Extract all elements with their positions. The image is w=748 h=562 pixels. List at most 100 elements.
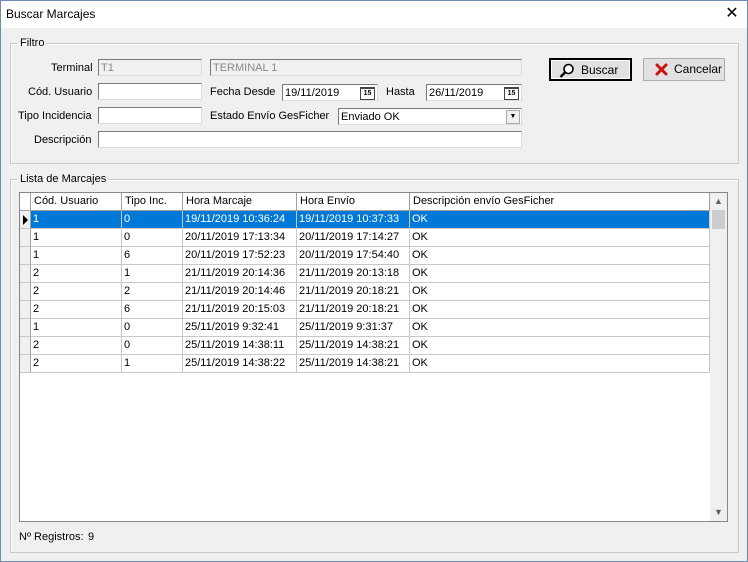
tipo-incidencia-input[interactable] bbox=[98, 107, 202, 124]
cell-cod-usuario[interactable]: 1 bbox=[31, 229, 122, 247]
cell-hora-envio[interactable]: 25/11/2019 14:38:21 bbox=[297, 337, 410, 355]
cancelar-label: Cancelar bbox=[674, 62, 723, 76]
cell-hora-envio[interactable]: 21/11/2019 20:13:18 bbox=[297, 265, 410, 283]
cell-hora-marcaje[interactable]: 25/11/2019 9:32:41 bbox=[183, 319, 297, 337]
table-row[interactable]: 2 1 25/11/2019 14:38:22 25/11/2019 14:38:21… bbox=[20, 355, 710, 373]
cell-descripcion-envio[interactable]: OK bbox=[410, 247, 710, 265]
hasta-label: Hasta bbox=[386, 86, 415, 98]
cod-usuario-input[interactable] bbox=[98, 83, 202, 100]
descripcion-label: Descripción bbox=[34, 134, 92, 146]
header-hora-envio[interactable]: Hora Envío bbox=[297, 193, 410, 210]
cell-tipo-inc[interactable]: 0 bbox=[122, 337, 183, 355]
cell-hora-marcaje[interactable]: 21/11/2019 20:14:46 bbox=[183, 283, 297, 301]
cell-hora-envio[interactable]: 25/11/2019 9:31:37 bbox=[297, 319, 410, 337]
buscar-button[interactable]: Buscar bbox=[549, 58, 632, 81]
cell-descripcion-envio[interactable]: OK bbox=[410, 265, 710, 283]
table-row[interactable]: 1 0 20/11/2019 17:13:34 20/11/2019 17:14:27… bbox=[20, 229, 710, 247]
cell-descripcion-envio[interactable]: OK bbox=[410, 283, 710, 301]
row-indicator[interactable] bbox=[20, 265, 31, 283]
cell-hora-marcaje[interactable]: 19/11/2019 10:36:24 bbox=[183, 211, 297, 229]
cell-hora-envio[interactable]: 25/11/2019 14:38:21 bbox=[297, 355, 410, 373]
cancel-icon bbox=[655, 63, 668, 79]
cell-cod-usuario[interactable]: 2 bbox=[31, 355, 122, 373]
cancelar-button[interactable]: Cancelar bbox=[643, 58, 725, 81]
filtro-legend: Filtro bbox=[20, 37, 45, 49]
row-indicator[interactable] bbox=[20, 247, 31, 265]
table-row[interactable]: 1 6 20/11/2019 17:52:23 20/11/2019 17:54:40… bbox=[20, 247, 710, 265]
cell-hora-envio[interactable]: 19/11/2019 10:37:33 bbox=[297, 211, 410, 229]
calendar-icon[interactable]: 15 bbox=[360, 87, 375, 100]
table-row[interactable]: 1 0 19/11/2019 10:36:24 19/11/2019 10:37:33… bbox=[20, 211, 710, 229]
close-icon[interactable]: ✕ bbox=[717, 1, 747, 28]
table-row[interactable]: 2 6 21/11/2019 20:15:03 21/11/2019 20:18:21… bbox=[20, 301, 710, 319]
cell-hora-envio[interactable]: 21/11/2019 20:18:21 bbox=[297, 283, 410, 301]
cod-usuario-label: Cód. Usuario bbox=[28, 86, 93, 98]
table-row[interactable]: 2 0 25/11/2019 14:38:11 25/11/2019 14:38:21… bbox=[20, 337, 710, 355]
row-indicator[interactable] bbox=[20, 301, 31, 319]
row-indicator[interactable] bbox=[20, 337, 31, 355]
calendar-icon[interactable]: 15 bbox=[504, 87, 519, 100]
header-hora-marcaje[interactable]: Hora Marcaje bbox=[183, 193, 297, 210]
cell-hora-envio[interactable]: 20/11/2019 17:54:40 bbox=[297, 247, 410, 265]
cell-hora-marcaje[interactable]: 25/11/2019 14:38:11 bbox=[183, 337, 297, 355]
hasta-value: 26/11/2019 bbox=[429, 87, 484, 99]
chevron-down-icon[interactable]: ▼ bbox=[506, 110, 520, 124]
row-indicator[interactable] bbox=[20, 283, 31, 301]
cell-cod-usuario[interactable]: 2 bbox=[31, 265, 122, 283]
cell-tipo-inc[interactable]: 0 bbox=[122, 229, 183, 247]
header-tipo-inc[interactable]: Tipo Inc. bbox=[122, 193, 183, 210]
cell-tipo-inc[interactable]: 2 bbox=[122, 283, 183, 301]
cell-tipo-inc[interactable]: 1 bbox=[122, 265, 183, 283]
current-row-arrow-icon bbox=[23, 215, 28, 225]
marcajes-grid[interactable]: Cód. Usuario Tipo Inc. Hora Marcaje Hora… bbox=[19, 192, 728, 522]
cell-descripcion-envio[interactable]: OK bbox=[410, 355, 710, 373]
row-indicator[interactable] bbox=[20, 355, 31, 373]
scroll-down-icon[interactable]: ▼ bbox=[710, 504, 727, 521]
header-descripcion-envio[interactable]: Descripción envío GesFicher bbox=[410, 193, 710, 210]
cell-cod-usuario[interactable]: 1 bbox=[31, 247, 122, 265]
cell-hora-marcaje[interactable]: 21/11/2019 20:14:36 bbox=[183, 265, 297, 283]
cell-descripcion-envio[interactable]: OK bbox=[410, 319, 710, 337]
cell-tipo-inc[interactable]: 0 bbox=[122, 211, 183, 229]
cell-tipo-inc[interactable]: 6 bbox=[122, 247, 183, 265]
cell-hora-marcaje[interactable]: 20/11/2019 17:52:23 bbox=[183, 247, 297, 265]
terminal-label: Terminal bbox=[51, 62, 93, 74]
cell-cod-usuario[interactable]: 2 bbox=[31, 337, 122, 355]
vertical-scrollbar[interactable]: ▲ ▼ bbox=[710, 193, 727, 521]
cell-tipo-inc[interactable]: 0 bbox=[122, 319, 183, 337]
cell-cod-usuario[interactable]: 2 bbox=[31, 283, 122, 301]
cell-hora-marcaje[interactable]: 25/11/2019 14:38:22 bbox=[183, 355, 297, 373]
cell-tipo-inc[interactable]: 6 bbox=[122, 301, 183, 319]
header-indicator bbox=[20, 193, 31, 210]
cell-tipo-inc[interactable]: 1 bbox=[122, 355, 183, 373]
cell-hora-marcaje[interactable]: 21/11/2019 20:15:03 bbox=[183, 301, 297, 319]
cell-cod-usuario[interactable]: 1 bbox=[31, 319, 122, 337]
hasta-picker[interactable]: 26/11/2019 15 bbox=[426, 84, 522, 101]
cell-hora-marcaje[interactable]: 20/11/2019 17:13:34 bbox=[183, 229, 297, 247]
estado-envio-label: Estado Envío GesFicher bbox=[210, 110, 330, 122]
cell-hora-envio[interactable]: 21/11/2019 20:18:21 bbox=[297, 301, 410, 319]
cell-descripcion-envio[interactable]: OK bbox=[410, 337, 710, 355]
cell-descripcion-envio[interactable]: OK bbox=[410, 211, 710, 229]
table-row[interactable]: 1 0 25/11/2019 9:32:41 25/11/2019 9:31:37 OK bbox=[20, 319, 710, 337]
scroll-up-icon[interactable]: ▲ bbox=[710, 193, 727, 210]
lista-legend: Lista de Marcajes bbox=[20, 173, 107, 185]
cell-descripcion-envio[interactable]: OK bbox=[410, 229, 710, 247]
estado-envio-select[interactable]: Enviado OK ▼ bbox=[338, 108, 522, 125]
fecha-desde-label: Fecha Desde bbox=[210, 86, 276, 98]
table-row[interactable]: 2 2 21/11/2019 20:14:46 21/11/2019 20:18:21… bbox=[20, 283, 710, 301]
cell-cod-usuario[interactable]: 2 bbox=[31, 301, 122, 319]
cell-descripcion-envio[interactable]: OK bbox=[410, 301, 710, 319]
row-indicator[interactable] bbox=[20, 319, 31, 337]
window-title: Buscar Marcajes bbox=[6, 7, 96, 21]
descripcion-input[interactable] bbox=[98, 131, 522, 148]
fecha-desde-picker[interactable]: 19/11/2019 15 bbox=[282, 84, 378, 101]
cell-hora-envio[interactable]: 20/11/2019 17:14:27 bbox=[297, 229, 410, 247]
cell-cod-usuario[interactable]: 1 bbox=[31, 211, 122, 229]
row-indicator[interactable] bbox=[20, 229, 31, 247]
header-cod-usuario[interactable]: Cód. Usuario bbox=[31, 193, 122, 210]
table-row[interactable]: 2 1 21/11/2019 20:14:36 21/11/2019 20:13:18… bbox=[20, 265, 710, 283]
row-indicator[interactable] bbox=[20, 211, 31, 229]
scroll-thumb[interactable] bbox=[712, 210, 725, 229]
buscar-label: Buscar bbox=[581, 63, 619, 77]
